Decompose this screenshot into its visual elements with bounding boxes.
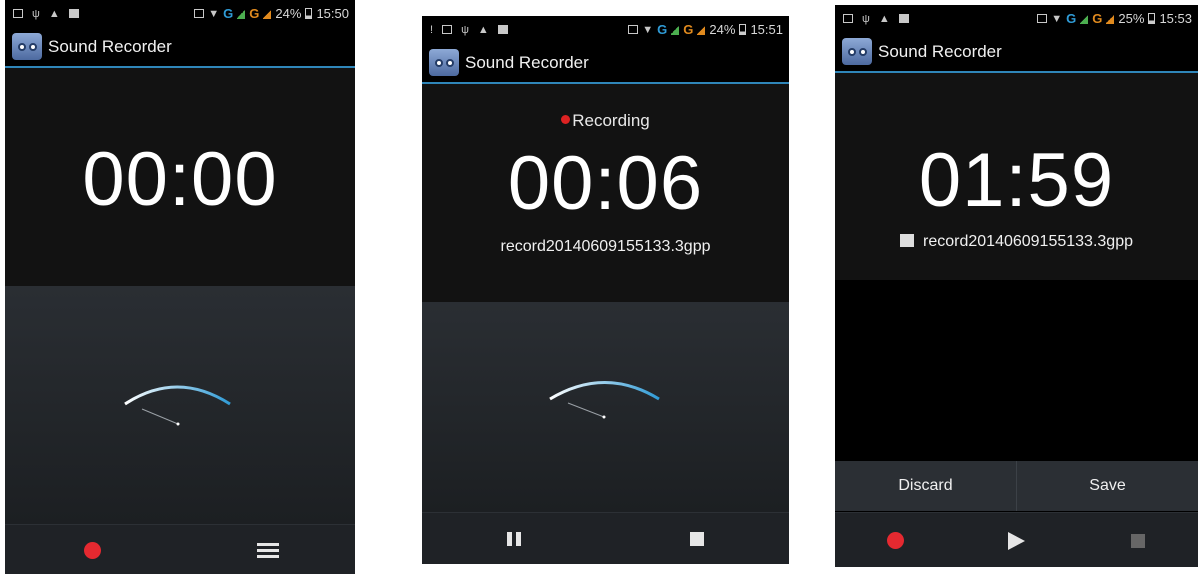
battery-icon [1148,13,1156,24]
network-type-2: G [1092,11,1103,26]
sound-recorder-app-icon[interactable] [429,49,459,76]
play-button[interactable] [956,513,1077,567]
status-bar: ! ψ ▲ ▼ G G 24% 15:51 [422,16,789,43]
usb-icon: ψ [32,7,40,20]
vibrate-icon [194,9,205,18]
network-type-1: G [1066,11,1077,26]
network-type-2: G [683,22,694,37]
status-bar: ψ ▲ ▼ G G 24% 15:50 [5,0,355,27]
timer-area: 01:59 record20140609155133.3gpp [835,73,1198,280]
stop-icon [1130,533,1145,548]
stop-icon [690,532,705,546]
battery-icon [739,24,747,35]
battery-icon [305,8,313,19]
clock: 15:51 [750,22,783,37]
elapsed-timer: 01:59 [918,138,1115,223]
record-button[interactable] [835,513,956,567]
level-meter-area [5,286,355,524]
phone-screen-finished: ψ ▲ ▼ G G 25% 15:53 Sound Recorder 01:59… [835,5,1198,567]
vu-meter-needle [567,402,605,418]
record-button[interactable] [5,525,180,574]
vu-meter [124,385,231,426]
wifi-icon: ▼ [642,23,654,36]
vu-meter-needle [141,408,179,425]
control-bar [422,512,789,564]
list-icon [256,542,279,558]
stop-button[interactable] [1077,513,1198,567]
phone-screen-idle: ψ ▲ ▼ G G 24% 15:50 Sound Recorder 00:00 [5,0,355,574]
phone-screen-recording: ! ψ ▲ ▼ G G 24% 15:51 Sound Recorder Rec… [422,16,789,564]
save-button[interactable]: Save [1016,461,1198,511]
status-bar: ψ ▲ ▼ G G 25% 15:53 [835,5,1198,32]
recording-status: Recording [422,111,789,131]
action-bar: Sound Recorder [835,32,1198,73]
battery-percent: 24% [275,6,302,21]
app-title: Sound Recorder [465,52,589,72]
app-title: Sound Recorder [48,36,172,56]
vibrate-icon [1037,14,1048,23]
screenshot-notification-icon [442,25,453,34]
clock: 15:53 [1159,11,1192,26]
vu-meter [549,381,660,419]
recording-file-row: record20140609155133.3gpp [835,233,1198,251]
level-meter-area [422,302,789,512]
sound-recorder-app-icon[interactable] [12,33,42,60]
save-discard-bar: Discard Save [835,461,1198,511]
lock-icon: ▲ [477,23,489,36]
usb-icon: ψ [461,23,469,36]
record-icon [84,541,101,559]
recording-filename: record20140609155133.3gpp [923,233,1133,250]
wifi-icon: ▼ [208,7,220,20]
record-icon [887,532,904,549]
pause-button[interactable] [422,513,606,564]
action-bar: Sound Recorder [422,43,789,84]
stop-button[interactable] [606,513,790,564]
signal-icon [671,24,680,35]
vu-meter-arc [549,381,660,401]
app-title: Sound Recorder [878,41,1002,61]
alert-icon: ! [430,23,434,36]
sound-recorder-app-icon[interactable] [842,38,872,65]
vu-meter-pivot [602,415,606,419]
screenshot-notification-icon [13,9,23,18]
timer-area: 00:00 [5,68,355,286]
recording-status-label: Recording [572,111,650,130]
elapsed-timer: 00:00 [82,137,278,222]
battery-percent: 25% [1118,11,1145,26]
signal-icon [697,24,706,35]
network-type-1: G [223,6,234,21]
notification-icon [898,14,909,23]
lock-icon: ▲ [48,7,60,20]
vu-meter-arc [124,385,231,406]
network-type-2: G [249,6,260,21]
signal-icon [237,8,246,19]
vibrate-icon [628,25,639,34]
notification-icon [68,9,79,18]
signal-icon [1080,13,1089,24]
battery-percent: 24% [709,22,736,37]
pause-icon [506,532,521,546]
network-type-1: G [657,22,668,37]
elapsed-timer: 00:06 [507,141,704,226]
recordings-list-button[interactable] [180,525,355,574]
notification-icon [497,25,508,34]
recording-filename: record20140609155133.3gpp [500,238,711,255]
discard-button[interactable]: Discard [835,461,1016,511]
clock: 15:50 [316,6,349,21]
timer-area: Recording 00:06 record20140609155133.3gp… [422,84,789,302]
usb-icon: ψ [862,12,870,25]
lock-icon: ▲ [878,12,890,25]
empty-area [835,280,1198,461]
play-icon [1008,531,1025,550]
control-bar [835,512,1198,567]
vu-meter-pivot [176,422,180,426]
control-bar [5,524,355,574]
action-bar: Sound Recorder [5,27,355,68]
screenshot-notification-icon [843,14,853,23]
signal-icon [263,8,272,19]
recording-dot-icon [561,115,571,124]
signal-icon [1106,13,1115,24]
wifi-icon: ▼ [1051,12,1063,25]
file-icon [900,234,915,247]
